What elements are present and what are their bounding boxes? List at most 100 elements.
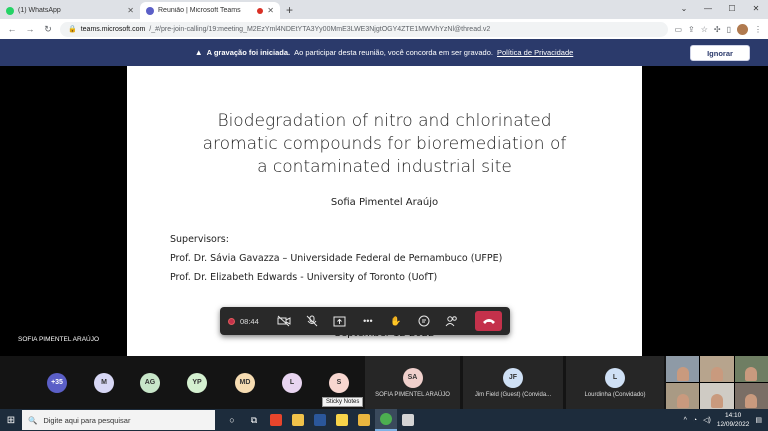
- explorer-icon[interactable]: [287, 409, 309, 431]
- participants-button[interactable]: [443, 311, 461, 331]
- chevron-up-icon[interactable]: ^: [684, 417, 687, 424]
- slide-supervisors: Supervisors: Prof. Dr. Sávia Gavazza – U…: [170, 230, 502, 287]
- share-screen-button[interactable]: [331, 311, 349, 331]
- windows-taskbar: ⊞ 🔍 Digite aqui para pesquisar ○ ⧉: [0, 409, 768, 431]
- new-tab-button[interactable]: +: [280, 2, 299, 19]
- wifi-icon[interactable]: ◔: [693, 417, 697, 424]
- task-view-icon[interactable]: ⧉: [243, 409, 265, 431]
- sticky-notes-icon[interactable]: [331, 409, 353, 431]
- notifications-icon[interactable]: ▤: [755, 416, 762, 424]
- windows-start-button[interactable]: ⊞: [0, 409, 22, 431]
- close-icon[interactable]: ✕: [267, 6, 274, 15]
- participant-tile[interactable]: AG: [137, 356, 163, 409]
- avatar: JF: [503, 367, 523, 388]
- privacy-link[interactable]: Política de Privacidade: [497, 48, 573, 57]
- clock-time: 14:10: [724, 412, 742, 419]
- mic-off-icon: [306, 315, 318, 327]
- person-image: [745, 367, 758, 381]
- browser-tab-strip: (1) WhatsApp ✕ Reunião | Microsoft Teams…: [0, 0, 768, 19]
- slide-title: Biodegradation of nitro and chlorinated …: [127, 110, 642, 179]
- video-tile[interactable]: [700, 356, 734, 382]
- folder-icon[interactable]: [353, 409, 375, 431]
- video-tile[interactable]: [666, 383, 700, 409]
- ignore-button[interactable]: Ignorar: [690, 45, 750, 61]
- participant-name: SOFIA PIMENTEL ARAÚJO: [375, 391, 450, 398]
- url-input[interactable]: 🔒 teams.microsoft.com/_#/pre-join-callin…: [60, 21, 669, 37]
- call-toolbar: 08:44 ••• ✋: [220, 307, 510, 335]
- presenter-name: SOFIA PIMENTEL ARAÚJO: [18, 336, 100, 343]
- menu-icon[interactable]: ⋮: [754, 25, 762, 34]
- cortana-icon[interactable]: ○: [221, 409, 243, 431]
- warning-icon: ▲: [194, 48, 203, 57]
- search-icon: 🔍: [28, 415, 38, 425]
- tab-teams[interactable]: Reunião | Microsoft Teams ✕: [140, 2, 280, 19]
- chat-button[interactable]: [415, 311, 433, 331]
- word-icon[interactable]: [309, 409, 331, 431]
- participant-tile[interactable]: YP: [184, 356, 210, 409]
- person-image: [710, 394, 723, 408]
- teams-icon: [146, 6, 154, 15]
- avatar: M: [94, 372, 114, 393]
- maximize-icon[interactable]: ☐: [720, 0, 744, 16]
- mute-button[interactable]: [303, 311, 321, 331]
- window-controls: ⌄ — ☐ ✕: [672, 0, 768, 16]
- app-icon[interactable]: [265, 409, 287, 431]
- person-image: [745, 394, 758, 408]
- participant-name: Jim Field (Guest) (Convida...: [474, 391, 552, 398]
- recording-timer: 08:44: [228, 317, 265, 326]
- tab-whatsapp[interactable]: (1) WhatsApp ✕: [0, 2, 140, 19]
- hang-up-button[interactable]: [475, 311, 503, 331]
- share-icon[interactable]: ⇪: [688, 25, 695, 34]
- camera-icon[interactable]: ▭: [674, 25, 682, 34]
- whatsapp-icon: [6, 6, 14, 15]
- recording-banner: ▲ A gravação foi iniciada. Ao participar…: [0, 39, 768, 66]
- close-window-icon[interactable]: ✕: [744, 0, 768, 16]
- avatar: +35: [47, 372, 67, 393]
- supervisor-line: Prof. Dr. Sávia Gavazza – Universidade F…: [170, 253, 503, 264]
- video-tile[interactable]: [734, 356, 768, 382]
- sidepanel-icon[interactable]: ▯: [727, 25, 731, 34]
- chevron-down-icon[interactable]: ⌄: [672, 0, 696, 16]
- participant-tile[interactable]: L: [279, 356, 305, 409]
- extension-icon[interactable]: ✣: [714, 25, 721, 34]
- chrome-icon[interactable]: [375, 409, 397, 431]
- volume-icon[interactable]: ◁): [703, 416, 711, 424]
- camera-off-button[interactable]: [275, 311, 293, 331]
- chat-icon: [418, 315, 430, 327]
- close-icon[interactable]: ✕: [127, 6, 134, 15]
- video-tile[interactable]: [666, 356, 700, 382]
- reload-icon[interactable]: ↻: [42, 24, 54, 35]
- more-participants[interactable]: +35: [44, 356, 70, 409]
- url-host: teams.microsoft.com: [80, 25, 146, 33]
- person-image: [676, 367, 689, 381]
- star-icon[interactable]: ☆: [701, 25, 708, 34]
- clock[interactable]: 14:10 12/09/2022: [717, 411, 750, 429]
- extensions: ▭ ⇪ ☆ ✣ ▯ ⋮: [674, 23, 762, 35]
- taskbar-apps: ○ ⧉: [221, 409, 419, 431]
- timer-text: 08:44: [240, 316, 259, 326]
- avatar: S: [329, 372, 349, 393]
- more-options-button[interactable]: •••: [359, 311, 377, 331]
- forward-icon[interactable]: →: [24, 24, 36, 34]
- minimize-icon[interactable]: —: [696, 0, 720, 16]
- taskbar-search[interactable]: 🔍 Digite aqui para pesquisar: [22, 410, 215, 430]
- supervisor-line: Prof. Dr. Elizabeth Edwards - University…: [170, 272, 438, 283]
- share-screen-icon: [333, 316, 346, 326]
- video-gallery: [666, 356, 768, 409]
- search-placeholder: Digite aqui para pesquisar: [43, 415, 131, 425]
- profile-avatar[interactable]: [737, 23, 748, 35]
- title-line: Biodegradation of nitro and chlorinated: [217, 111, 552, 131]
- raise-hand-button[interactable]: ✋: [387, 311, 405, 331]
- video-tile[interactable]: [734, 383, 768, 409]
- app-icon[interactable]: [397, 409, 419, 431]
- participant-tile-lourdinha[interactable]: L Lourdinha (Convidado): [566, 356, 664, 409]
- participant-tile-jim[interactable]: JF Jim Field (Guest) (Convida...: [463, 356, 563, 409]
- avatar: L: [282, 372, 302, 393]
- participant-tile-sofia[interactable]: SA SOFIA PIMENTEL ARAÚJO: [365, 356, 460, 409]
- back-icon[interactable]: ←: [6, 24, 18, 34]
- avatar: SA: [402, 367, 423, 388]
- video-tile[interactable]: [700, 383, 734, 409]
- participant-tile[interactable]: M: [91, 356, 117, 409]
- system-tray: ^ ◔ ◁) 14:10 12/09/2022 ▤: [684, 409, 768, 431]
- participant-tile[interactable]: MD: [232, 356, 258, 409]
